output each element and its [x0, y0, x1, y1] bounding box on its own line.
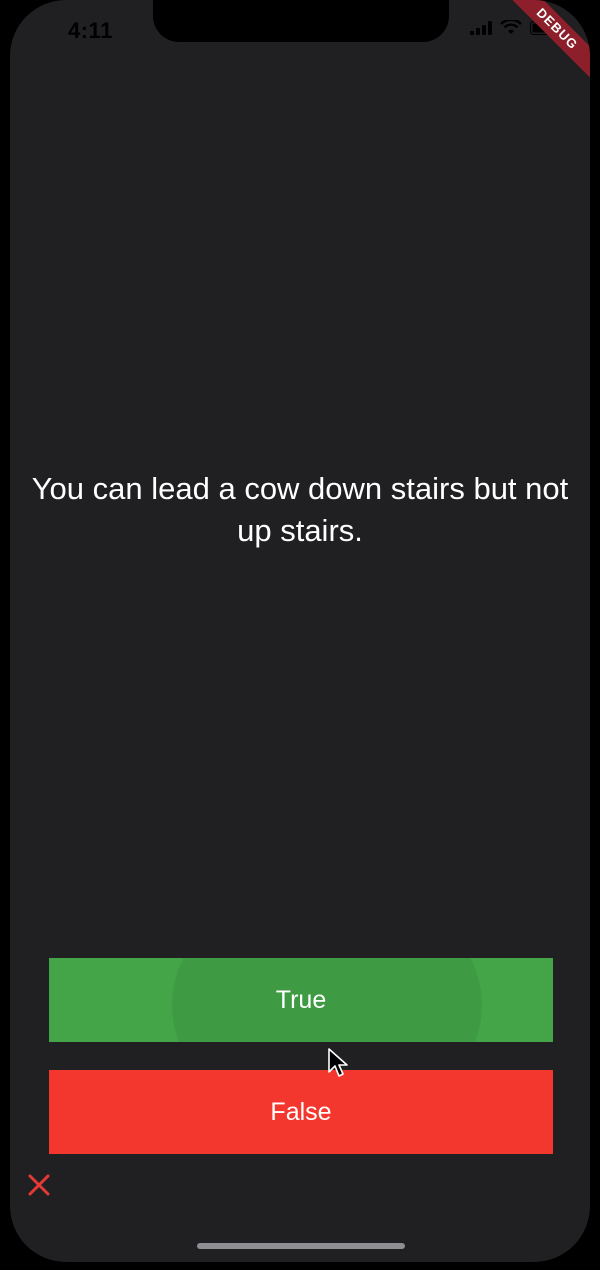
- device-notch: [153, 0, 449, 42]
- home-indicator[interactable]: [197, 1243, 405, 1249]
- ink-ripple: [172, 958, 482, 1042]
- debug-banner: DEBUG: [489, 0, 590, 97]
- wifi-icon: [500, 20, 522, 34]
- true-button[interactable]: True: [49, 958, 553, 1042]
- app-screen: 4:11 DEBUG You can lead a cow down stair…: [10, 0, 590, 1262]
- close-icon: [28, 1174, 50, 1196]
- status-time: 4:11: [68, 18, 113, 43]
- cellular-icon: [470, 21, 492, 35]
- false-button-label: False: [270, 1097, 332, 1126]
- true-button-label: True: [275, 985, 327, 1014]
- mouse-cursor-icon: [328, 1048, 348, 1077]
- question-text: You can lead a cow down stairs but not u…: [31, 471, 569, 548]
- false-button[interactable]: False: [49, 1070, 553, 1154]
